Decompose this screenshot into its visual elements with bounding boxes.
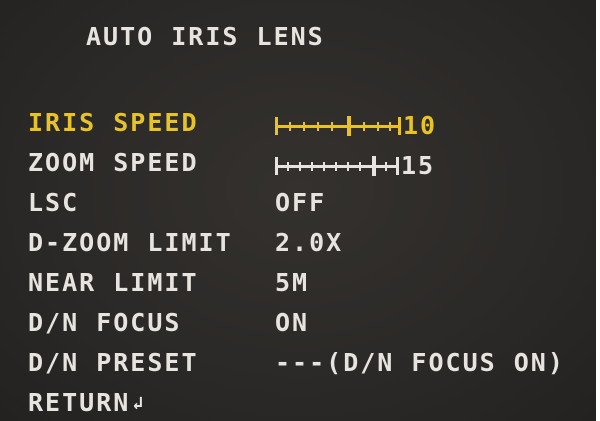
menu-item-lsc[interactable]: LSC OFF (28, 184, 598, 224)
slider-tick (335, 162, 337, 171)
menu-item-near-limit[interactable]: NEAR LIMIT 5M (28, 264, 598, 304)
d-zoom-limit-label: D-ZOOM LIMIT (28, 228, 233, 257)
return-label: RETURN ↲ (28, 388, 145, 417)
slider-tick (359, 162, 361, 171)
menu-item-return[interactable]: RETURN ↲ (28, 384, 598, 421)
iris-speed-value: 10 (403, 110, 438, 140)
iris-speed-label: IRIS SPEED (28, 108, 199, 137)
d-zoom-limit-value: 2.0X (275, 228, 344, 257)
zoom-speed-track (275, 156, 399, 176)
lsc-value: OFF (275, 188, 327, 217)
slider-tick (389, 122, 391, 131)
slider-tick (299, 162, 301, 171)
slider-tick (377, 122, 379, 131)
slider-tick (385, 162, 387, 171)
zoom-speed-value: 15 (401, 150, 436, 180)
return-arrow-icon: ↲ (132, 393, 146, 414)
menu-item-iris-speed[interactable]: IRIS SPEED 10 (28, 104, 598, 144)
slider-tick (287, 162, 289, 171)
return-text: RETURN (28, 388, 131, 417)
slider-line (275, 125, 401, 128)
slider-tick (331, 122, 333, 131)
dn-focus-value: ON (275, 308, 310, 337)
dn-preset-value: ---(D/N FOCUS ON) (275, 348, 565, 377)
slider-tick (317, 122, 319, 131)
menu-item-d-zoom-limit[interactable]: D-ZOOM LIMIT 2.0X (28, 224, 598, 264)
zoom-speed-slider[interactable]: 15 (275, 151, 435, 180)
slider-tick (347, 162, 349, 171)
zoom-speed-label: ZOOM SPEED (28, 148, 199, 177)
menu-item-dn-focus[interactable]: D/N FOCUS ON (28, 304, 598, 344)
slider-start-cap (275, 157, 278, 175)
menu-item-dn-preset[interactable]: D/N PRESET ---(D/N FOCUS ON) (28, 344, 598, 384)
iris-speed-slider[interactable]: 10 (275, 111, 437, 140)
slider-start-cap (275, 117, 278, 135)
slider-tick (363, 122, 365, 131)
iris-speed-track (275, 116, 401, 136)
slider-tick (303, 122, 305, 131)
near-limit-label: NEAR LIMIT (28, 268, 199, 297)
osd-screen: AUTO IRIS LENS IRIS SPEED 10 ZOOM SPEED (0, 0, 600, 421)
slider-end-cap (398, 117, 401, 135)
lsc-label: LSC (28, 188, 80, 217)
near-limit-value: 5M (275, 268, 310, 297)
slider-marker[interactable] (372, 156, 376, 176)
slider-line (275, 165, 399, 168)
menu-item-zoom-speed[interactable]: ZOOM SPEED 15 (28, 144, 598, 184)
slider-tick (311, 162, 313, 171)
slider-tick (323, 162, 325, 171)
dn-focus-label: D/N FOCUS (28, 308, 182, 337)
slider-end-cap (396, 157, 399, 175)
dn-preset-label: D/N PRESET (28, 348, 199, 377)
menu-title: AUTO IRIS LENS (86, 22, 325, 51)
slider-marker[interactable] (347, 116, 351, 136)
slider-tick (289, 122, 291, 131)
